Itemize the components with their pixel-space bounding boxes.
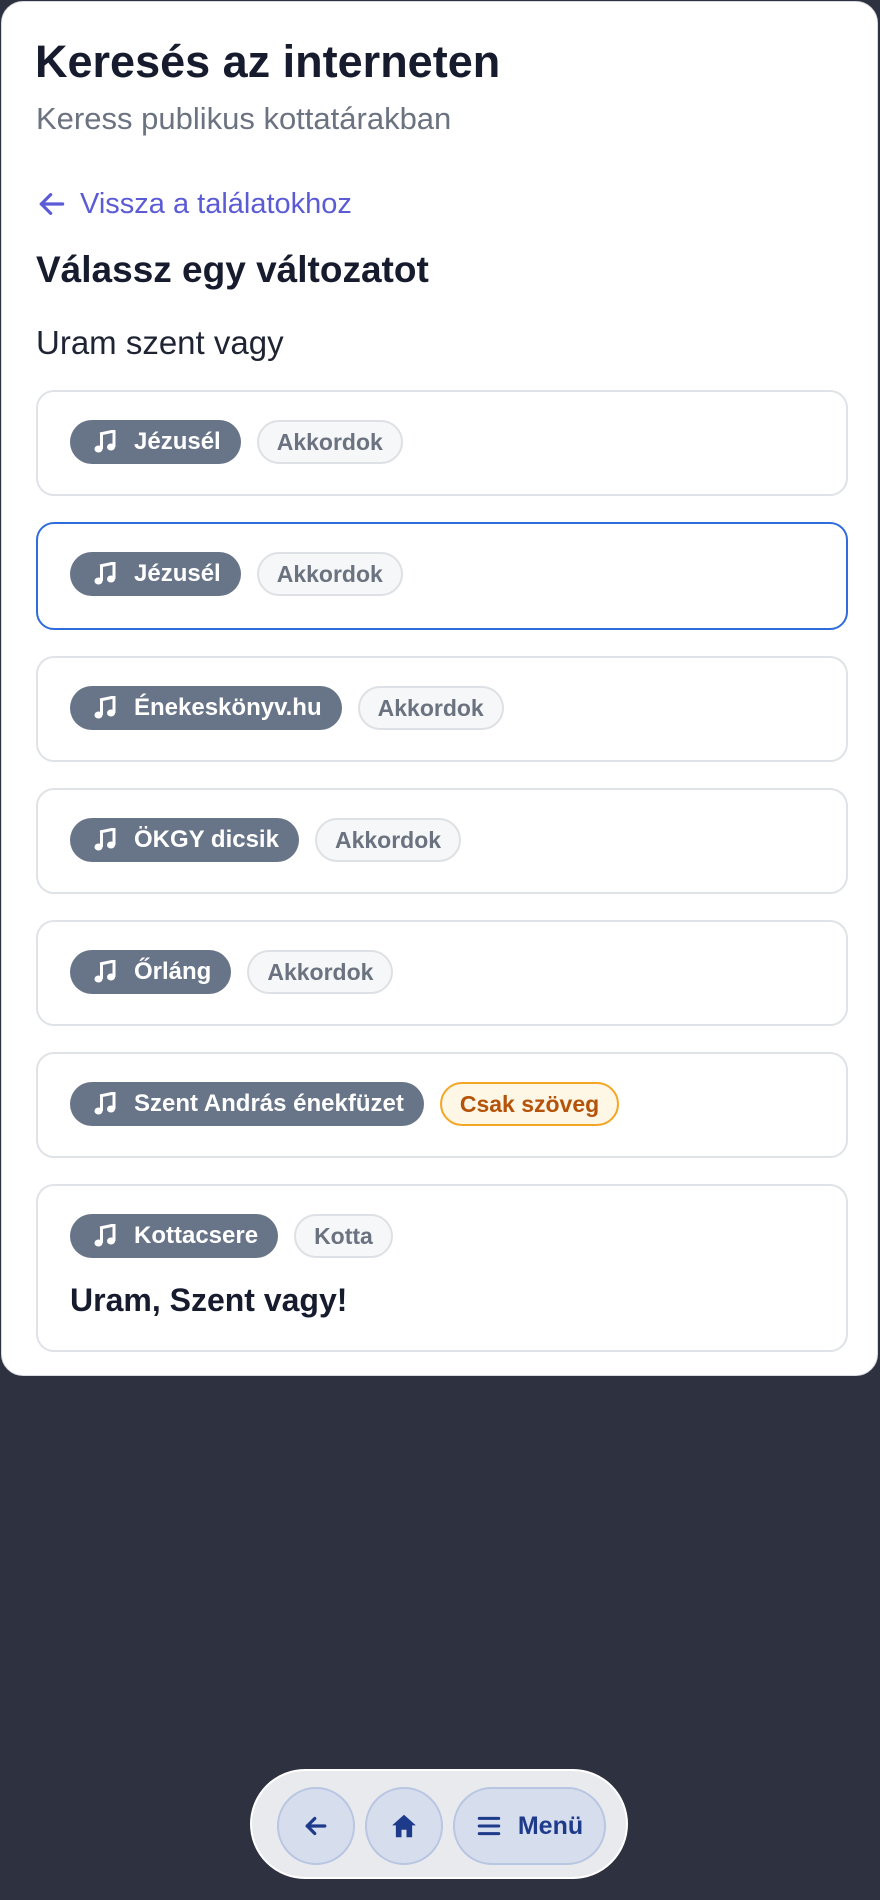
source-name: Kottacsere (134, 1222, 259, 1249)
back-to-results-link[interactable]: Vissza a találatokhoz (36, 182, 352, 226)
back-link-label: Vissza a találatokhoz (80, 187, 352, 220)
music-note-icon (94, 430, 116, 453)
type-badge: Akkordok (256, 552, 403, 596)
type-badge: Akkordok (256, 420, 403, 464)
nav-menu-button[interactable]: Menü (453, 1787, 606, 1865)
menu-label: Menü (517, 1811, 584, 1840)
source-badge: Kottacsere (70, 1214, 279, 1258)
source-badge: Jézusél (70, 552, 241, 596)
source-badge: Jézusél (70, 420, 241, 464)
arrow-left-icon (39, 193, 65, 215)
type-badge: Kotta (294, 1214, 393, 1258)
source-name: ÖKGY dicsik (134, 826, 279, 853)
source-name: Őrláng (134, 958, 212, 985)
music-note-icon (94, 696, 116, 719)
home-icon (392, 1814, 416, 1838)
music-note-icon (94, 828, 116, 851)
source-name: Jézusél (134, 428, 221, 455)
bottom-navigation: Menü (250, 1769, 628, 1879)
music-note-icon (94, 562, 116, 585)
search-panel: Keresés az interneten Keress publikus ko… (1, 1, 878, 1376)
variant-card[interactable]: Szent András énekfüzet Csak szöveg (36, 1052, 848, 1158)
page-title: Keresés az interneten (35, 36, 501, 87)
variant-card[interactable]: Jézusél Akkordok (36, 390, 848, 496)
source-badge: Énekeskönyv.hu (70, 686, 342, 730)
nav-back-button[interactable] (277, 1787, 355, 1865)
variant-list: Jézusél Akkordok Jézusél Akkordok Énekes… (36, 390, 848, 1378)
music-note-icon (94, 1092, 116, 1115)
section-title: Válassz egy változatot (36, 249, 429, 290)
source-name: Szent András énekfüzet (134, 1090, 404, 1117)
source-badge: Szent András énekfüzet (70, 1082, 424, 1126)
variant-card[interactable]: Énekeskönyv.hu Akkordok (36, 656, 848, 762)
arrow-left-icon (305, 1816, 327, 1836)
variant-song-title: Uram, Szent vagy! (70, 1282, 348, 1318)
hamburger-menu-icon (477, 1816, 501, 1836)
variant-card-selected[interactable]: Jézusél Akkordok (36, 522, 848, 630)
text-only-badge: Csak szöveg (439, 1082, 620, 1126)
page-subtitle: Keress publikus kottatárakban (36, 101, 452, 136)
type-badge: Akkordok (314, 818, 462, 862)
variant-card[interactable]: Kottacsere Kotta Uram, Szent vagy! (36, 1184, 848, 1352)
variant-card[interactable]: Őrláng Akkordok (36, 920, 848, 1026)
music-note-icon (94, 960, 116, 983)
source-name: Énekeskönyv.hu (134, 694, 322, 721)
type-badge: Akkordok (247, 950, 394, 994)
type-badge: Akkordok (357, 686, 504, 730)
variant-card[interactable]: ÖKGY dicsik Akkordok (36, 788, 848, 894)
nav-home-button[interactable] (365, 1787, 443, 1865)
source-badge: Őrláng (70, 950, 232, 994)
search-song-title: Uram szent vagy (36, 324, 284, 361)
source-badge: ÖKGY dicsik (70, 818, 299, 862)
music-note-icon (94, 1224, 116, 1247)
source-name: Jézusél (134, 560, 221, 587)
